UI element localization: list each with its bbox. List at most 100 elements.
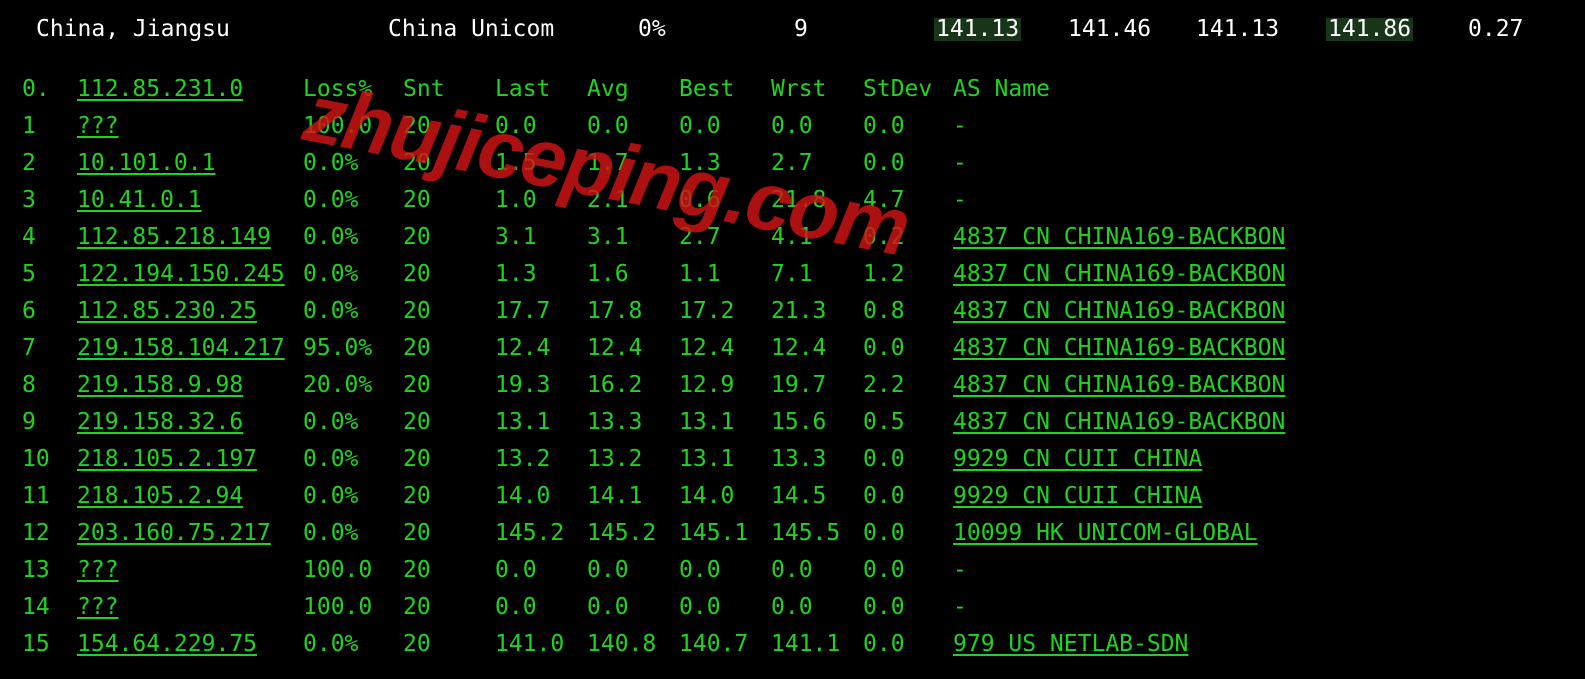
cell-asname: 9929 CN CUII CHINA <box>953 485 1563 508</box>
summary-val-5: 0.27 <box>1468 18 1523 41</box>
cell-asname: 979 US NETLAB-SDN <box>953 633 1563 656</box>
cell-avg: 0.0 <box>587 559 679 582</box>
cell-best: 0.0 <box>679 559 771 582</box>
cell-asname: 9929 CN CUII CHINA <box>953 448 1563 471</box>
cell-best: 13.1 <box>679 411 771 434</box>
cell-snt: 20 <box>403 300 495 323</box>
cell-host: 219.158.9.98 <box>77 374 303 397</box>
cell-last: 3.1 <box>495 226 587 249</box>
cell-last: 1.5 <box>495 152 587 175</box>
cell-loss: 0.0% <box>303 152 403 175</box>
cell-host: ??? <box>77 596 303 619</box>
cell-asname: 4837 CN CHINA169-BACKBON <box>953 337 1563 360</box>
cell-snt: 20 <box>403 596 495 619</box>
cell-hop: 10 <box>22 448 77 471</box>
cell-best: 0.0 <box>679 115 771 138</box>
cell-snt: 20 <box>403 411 495 434</box>
cell-snt: 20 <box>403 226 495 249</box>
cell-stdev: 0.0 <box>863 633 953 656</box>
cell-snt: 20 <box>403 522 495 545</box>
cell-stdev: 0.8 <box>863 300 953 323</box>
summary-hops: 9 <box>794 18 808 41</box>
cell-stdev: 0.0 <box>863 337 953 360</box>
cell-host: 122.194.150.245 <box>77 263 303 286</box>
cell-asname: - <box>953 152 1563 175</box>
cell-hop: 8 <box>22 374 77 397</box>
cell-stdev: 0.0 <box>863 596 953 619</box>
cell-hop: 9 <box>22 411 77 434</box>
cell-host: 112.85.218.149 <box>77 226 303 249</box>
cell-hop: 5 <box>22 263 77 286</box>
cell-last: 19.3 <box>495 374 587 397</box>
cell-best: 1.3 <box>679 152 771 175</box>
summary-location: China, Jiangsu <box>36 18 230 41</box>
cell-asname: - <box>953 115 1563 138</box>
cell-last: 0.0 <box>495 596 587 619</box>
cell-snt: 20 <box>403 559 495 582</box>
summary-val-1: 141.13 <box>934 18 1021 41</box>
cell-last: 0.0 <box>495 559 587 582</box>
cell-avg: 13.3 <box>587 411 679 434</box>
cell-avg: 1.6 <box>587 263 679 286</box>
cell-asname: - <box>953 559 1563 582</box>
table-row: 1???100.0200.00.00.00.00.0- <box>22 115 1585 138</box>
cell-snt: 20 <box>403 337 495 360</box>
cell-host: 10.101.0.1 <box>77 152 303 175</box>
cell-wrst: 19.7 <box>771 374 863 397</box>
cell-hop: 4 <box>22 226 77 249</box>
table-row: 9219.158.32.60.0%2013.113.313.115.60.548… <box>22 411 1585 434</box>
table-row: 4112.85.218.1490.0%203.13.12.74.10.24837… <box>22 226 1585 249</box>
cell-snt: 20 <box>403 374 495 397</box>
cell-last: 13.1 <box>495 411 587 434</box>
cell-host: 219.158.104.217 <box>77 337 303 360</box>
cell-snt: 20 <box>403 115 495 138</box>
cell-avg: 2.1 <box>587 189 679 212</box>
cell-snt: 20 <box>403 263 495 286</box>
cell-host: 218.105.2.94 <box>77 485 303 508</box>
cell-best: 14.0 <box>679 485 771 508</box>
cell-last: 17.7 <box>495 300 587 323</box>
table-row: 8219.158.9.9820.0%2019.316.212.919.72.24… <box>22 374 1585 397</box>
cell-stdev: 0.0 <box>863 485 953 508</box>
table-row: 5122.194.150.2450.0%201.31.61.17.11.2483… <box>22 263 1585 286</box>
table-row: 14???100.0200.00.00.00.00.0- <box>22 596 1585 619</box>
summary-val-3: 141.13 <box>1196 18 1279 41</box>
header-avg: Avg <box>587 78 679 101</box>
cell-best: 12.4 <box>679 337 771 360</box>
header-hop: 0. <box>22 78 77 101</box>
table-row: 15154.64.229.750.0%20141.0140.8140.7141.… <box>22 633 1585 656</box>
cell-wrst: 13.3 <box>771 448 863 471</box>
table-row: 210.101.0.10.0%201.51.71.32.70.0- <box>22 152 1585 175</box>
summary-val-4: 141.86 <box>1326 18 1413 41</box>
cell-stdev: 4.7 <box>863 189 953 212</box>
cell-asname: 4837 CN CHINA169-BACKBON <box>953 374 1563 397</box>
cell-loss: 95.0% <box>303 337 403 360</box>
cell-best: 13.1 <box>679 448 771 471</box>
cell-wrst: 12.4 <box>771 337 863 360</box>
cell-hop: 15 <box>22 633 77 656</box>
cell-last: 1.3 <box>495 263 587 286</box>
cell-avg: 17.8 <box>587 300 679 323</box>
cell-best: 2.7 <box>679 226 771 249</box>
cell-best: 1.1 <box>679 263 771 286</box>
cell-wrst: 21.3 <box>771 300 863 323</box>
cell-stdev: 0.0 <box>863 115 953 138</box>
cell-avg: 0.0 <box>587 596 679 619</box>
cell-snt: 20 <box>403 448 495 471</box>
cell-avg: 0.0 <box>587 115 679 138</box>
cell-last: 13.2 <box>495 448 587 471</box>
table-row: 310.41.0.10.0%201.02.10.621.84.7- <box>22 189 1585 212</box>
table-row: 12203.160.75.2170.0%20145.2145.2145.1145… <box>22 522 1585 545</box>
cell-last: 14.0 <box>495 485 587 508</box>
cell-best: 17.2 <box>679 300 771 323</box>
cell-host: ??? <box>77 115 303 138</box>
cell-stdev: 1.2 <box>863 263 953 286</box>
summary-loss: 0% <box>638 18 666 41</box>
cell-wrst: 7.1 <box>771 263 863 286</box>
table-row: 10218.105.2.1970.0%2013.213.213.113.30.0… <box>22 448 1585 471</box>
cell-snt: 20 <box>403 633 495 656</box>
header-wrst: Wrst <box>771 78 863 101</box>
cell-avg: 145.2 <box>587 522 679 545</box>
cell-host: ??? <box>77 559 303 582</box>
cell-loss: 0.0% <box>303 411 403 434</box>
